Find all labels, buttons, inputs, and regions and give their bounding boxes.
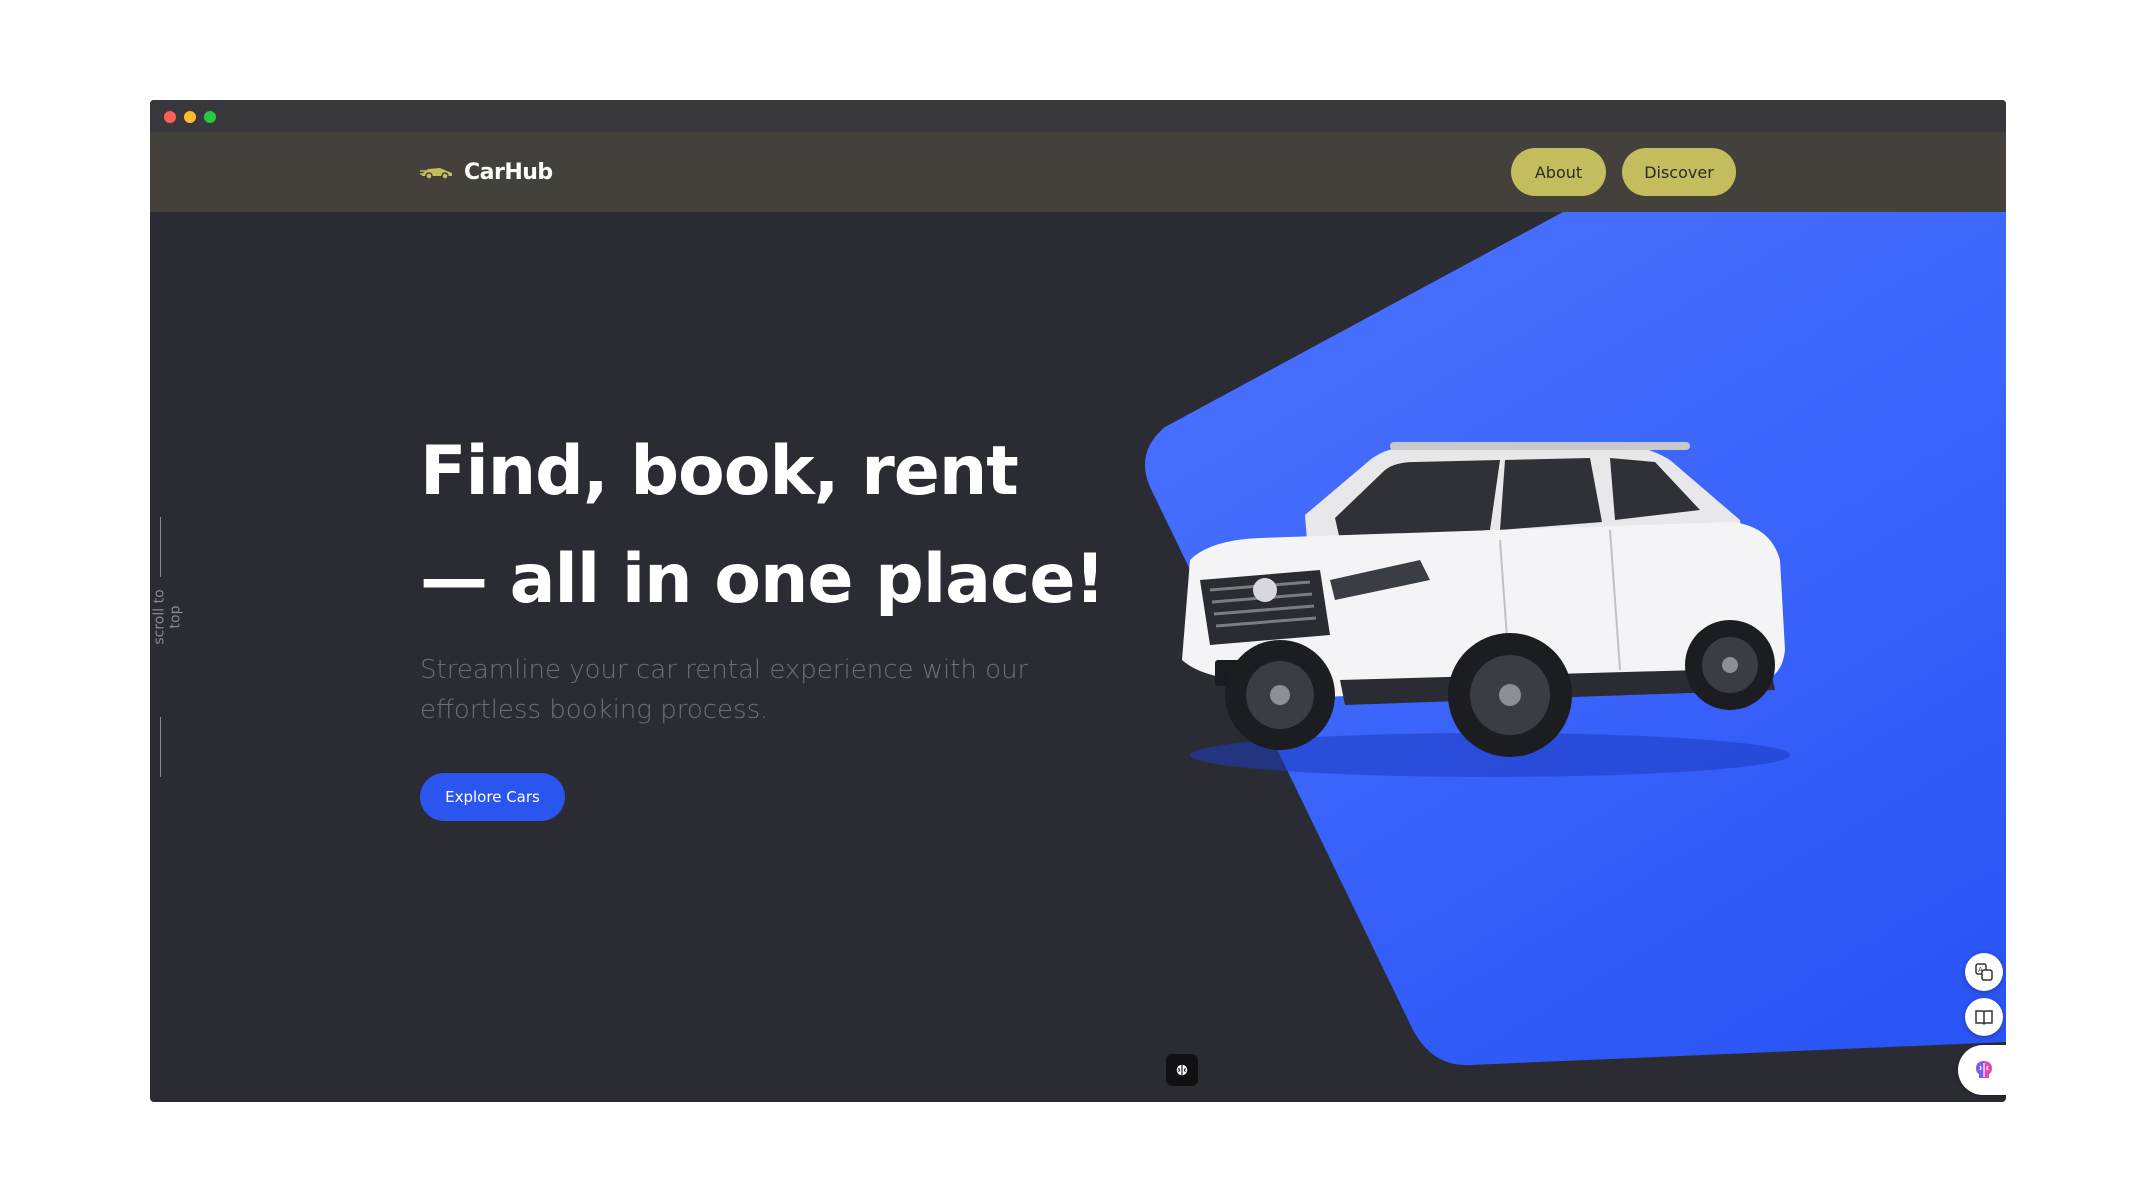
hero-subtitle: Streamline your car rental experience wi… [420, 655, 1029, 725]
scroll-to-top-label[interactable]: scroll to top [152, 580, 184, 655]
brand-name: CarHub [464, 159, 553, 185]
explore-cars-button[interactable]: Explore Cars [420, 773, 565, 821]
headline-line-2: — all in one place! [420, 540, 1105, 619]
discover-button[interactable]: Discover [1622, 148, 1736, 196]
maximize-window-button[interactable] [204, 111, 216, 123]
brand-logo[interactable]: CarHub [420, 159, 553, 185]
browser-window: CarHub About Discover Find, book, rent —… [150, 100, 2006, 1102]
minimize-window-button[interactable] [184, 111, 196, 123]
scroll-line-bottom [160, 717, 161, 777]
window-titlebar [150, 100, 2006, 132]
navbar: CarHub About Discover [150, 132, 2006, 212]
ai-assistant-button[interactable] [1958, 1045, 2006, 1095]
brain-icon [1176, 1064, 1188, 1076]
scroll-line-top [160, 517, 161, 577]
brain-icon [1976, 1061, 1992, 1078]
close-window-button[interactable] [164, 111, 176, 123]
translate-button[interactable]: A [1965, 953, 2003, 991]
svg-text:A: A [1978, 966, 1983, 974]
headline-line-1: Find, book, rent [420, 432, 1019, 511]
reader-button[interactable] [1965, 998, 2003, 1036]
bottom-extension-button[interactable] [1166, 1054, 1198, 1086]
hero-headline: Find, book, rent — all in one place! [420, 418, 1120, 634]
car-logo-icon [420, 168, 452, 180]
about-button[interactable]: About [1511, 148, 1606, 196]
translate-icon: A [1975, 963, 1993, 981]
suv-car-image [1181, 442, 1790, 777]
book-icon [1975, 1010, 1993, 1026]
